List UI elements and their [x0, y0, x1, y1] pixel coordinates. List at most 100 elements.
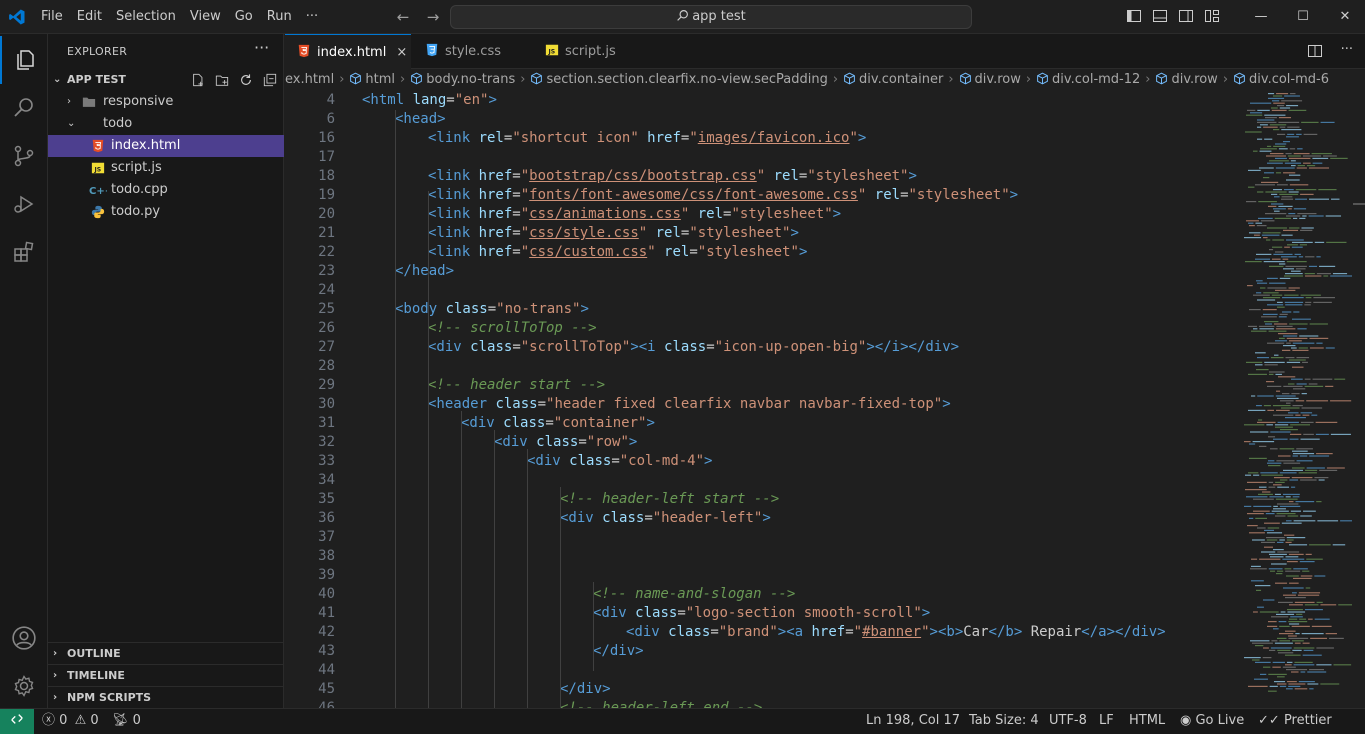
code-line[interactable]: 42 <div class="brand"><a href="#banner"><… — [285, 623, 1365, 642]
code-line[interactable]: 43 </div> — [285, 642, 1365, 661]
minimap[interactable] — [1240, 91, 1361, 708]
menu-go[interactable]: Go — [228, 0, 260, 34]
split-editor-icon[interactable] — [1307, 43, 1323, 63]
tree-item-todo[interactable]: ⌄ todo — [48, 113, 284, 135]
encoding[interactable]: UTF-8 — [1049, 709, 1087, 733]
tree-item-todo-py[interactable]: todo.py — [48, 201, 284, 223]
forward-arrow-icon[interactable]: → — [422, 6, 444, 28]
menu-file[interactable]: File — [34, 0, 70, 34]
breadcrumb-item[interactable]: div.row — [975, 72, 1021, 87]
code-line[interactable]: 35 <!-- header-left start --> — [285, 490, 1365, 509]
more-actions-icon[interactable]: ··· — [1341, 43, 1353, 63]
menu-view[interactable]: View — [183, 0, 228, 34]
close-tab-icon[interactable]: × — [396, 45, 407, 60]
breadcrumb-item[interactable]: div.container — [859, 72, 943, 87]
code-line[interactable]: 41 <div class="logo-section smooth-scroll… — [285, 604, 1365, 623]
explorer-more-actions[interactable]: ··· — [254, 38, 269, 57]
code-line[interactable]: 26 <!-- scrollToTop --> — [285, 319, 1365, 338]
breadcrumb-item[interactable]: div.col-md-12 — [1052, 72, 1140, 87]
toggle-primary-sidebar-icon[interactable] — [1126, 8, 1142, 24]
code-line[interactable]: 32 <div class="row"> — [285, 433, 1365, 452]
code-line[interactable]: 31 <div class="container"> — [285, 414, 1365, 433]
command-center-search[interactable]: app test — [450, 5, 972, 29]
code-line[interactable]: 33 <div class="col-md-4"> — [285, 452, 1365, 471]
code-line[interactable]: 40 <!-- name-and-slogan --> — [285, 585, 1365, 604]
tab-script-js[interactable]: JS script.js — [533, 34, 653, 69]
tree-item-script-js[interactable]: JS script.js — [48, 157, 284, 179]
ports-indicator[interactable]: 📡︎ 0 — [112, 709, 141, 733]
code-line[interactable]: 27 <div class="scrollToTop"><i class="ico… — [285, 338, 1365, 357]
search-icon[interactable] — [0, 84, 48, 132]
code-line[interactable]: 18 <link href="bootstrap/css/bootstrap.cs… — [285, 167, 1365, 186]
code-line[interactable]: 44 — [285, 661, 1365, 680]
prettier-button[interactable]: ✓✓ Prettier — [1258, 709, 1332, 733]
breadcrumb-item[interactable]: html — [365, 72, 395, 87]
source-control-icon[interactable] — [0, 132, 48, 180]
back-arrow-icon[interactable]: ← — [392, 6, 414, 28]
run-debug-icon[interactable] — [0, 180, 48, 228]
end-of-line[interactable]: LF — [1099, 709, 1114, 733]
outline-panel-header[interactable]: › OUTLINE — [48, 642, 284, 664]
breadcrumb-item[interactable]: body.no-trans — [426, 72, 515, 87]
code-line[interactable]: 24 — [285, 281, 1365, 300]
tree-item-todo-cpp[interactable]: C++ todo.cpp — [48, 179, 284, 201]
toggle-panel-icon[interactable] — [1152, 8, 1168, 24]
code-line[interactable]: 23 </head> — [285, 262, 1365, 281]
files-icon[interactable] — [0, 36, 48, 84]
code-line[interactable]: 25 <body class="no-trans"> — [285, 300, 1365, 319]
account-icon[interactable] — [0, 614, 48, 662]
code-line[interactable]: 30 <header class="header fixed clearfix n… — [285, 395, 1365, 414]
minimize-icon[interactable]: — — [1240, 0, 1282, 34]
code-line[interactable]: 19 <link href="fonts/font-awesome/css/fon… — [285, 186, 1365, 205]
code-line[interactable]: 6 <head> — [285, 110, 1365, 129]
code-line[interactable]: 45 </div> — [285, 680, 1365, 699]
menu-more[interactable]: ··· — [299, 0, 325, 34]
cursor-position[interactable]: Ln 198, Col 17 — [866, 709, 960, 733]
code-line[interactable]: 46 <!-- header-left end --> — [285, 699, 1365, 708]
maximize-icon[interactable]: ☐ — [1282, 0, 1324, 34]
timeline-panel-header[interactable]: › TIMELINE — [48, 664, 284, 686]
workspace-root[interactable]: ⌄ APP TEST — [48, 69, 284, 91]
problems-indicator[interactable]: ⓧ 0 ⚠ 0 — [42, 709, 99, 733]
language-mode[interactable]: HTML — [1129, 709, 1165, 733]
npm-scripts-panel-header[interactable]: › NPM SCRIPTS — [48, 686, 284, 708]
code-line[interactable]: 17 — [285, 148, 1365, 167]
customize-layout-icon[interactable] — [1204, 8, 1220, 24]
code-line[interactable]: 20 <link href="css/animations.css" rel="s… — [285, 205, 1365, 224]
tab-style-css[interactable]: style.css — [413, 34, 533, 69]
code-token: > — [832, 206, 842, 222]
vertical-scrollbar[interactable] — [1353, 91, 1365, 708]
menu-selection[interactable]: Selection — [109, 0, 183, 34]
code-line[interactable]: 4 <html lang="en"> — [285, 91, 1365, 110]
code-line[interactable]: 22 <link href="css/custom.css" rel="style… — [285, 243, 1365, 262]
code-line[interactable]: 37 — [285, 528, 1365, 547]
code-editor[interactable]: 4 <html lang="en"> 6 <head> 16 <link rel="sho… — [285, 91, 1365, 708]
toggle-secondary-sidebar-icon[interactable] — [1178, 8, 1194, 24]
code-line[interactable]: 21 <link href="css/style.css" rel="styles… — [285, 224, 1365, 243]
breadcrumb-item[interactable]: section.section.clearfix.no-view.secPadd… — [546, 72, 827, 87]
tree-item-responsive[interactable]: › responsive — [48, 91, 284, 113]
breadcrumb-item[interactable]: ex.html — [285, 72, 334, 87]
code-line[interactable]: 38 — [285, 547, 1365, 566]
remote-indicator-icon[interactable] — [0, 709, 34, 734]
code-token: "stylesheet" — [689, 225, 791, 241]
gear-icon[interactable] — [0, 662, 48, 710]
tab-index-html[interactable]: index.html × — [285, 34, 411, 70]
tab-size[interactable]: Tab Size: 4 — [969, 709, 1039, 733]
menu-edit[interactable]: Edit — [70, 0, 109, 34]
minimap-stroke — [1263, 297, 1281, 299]
code-line[interactable]: 34 — [285, 471, 1365, 490]
minimap-stroke — [1291, 246, 1303, 248]
code-line[interactable]: 28 — [285, 357, 1365, 376]
close-window-icon[interactable]: ✕ — [1324, 0, 1365, 34]
breadcrumb-item[interactable]: div.row — [1171, 72, 1217, 87]
breadcrumb-item[interactable]: div.col-md-6 — [1249, 72, 1329, 87]
go-live-button[interactable]: ◉ Go Live — [1180, 709, 1244, 733]
code-line[interactable]: 16 <link rel="shortcut icon" href="images… — [285, 129, 1365, 148]
code-line[interactable]: 39 — [285, 566, 1365, 585]
code-line[interactable]: 29 <!-- header start --> — [285, 376, 1365, 395]
extensions-icon[interactable] — [0, 228, 48, 276]
menu-run[interactable]: Run — [260, 0, 299, 34]
tree-item-index-html[interactable]: index.html — [48, 135, 284, 157]
code-line[interactable]: 36 <div class="header-left"> — [285, 509, 1365, 528]
